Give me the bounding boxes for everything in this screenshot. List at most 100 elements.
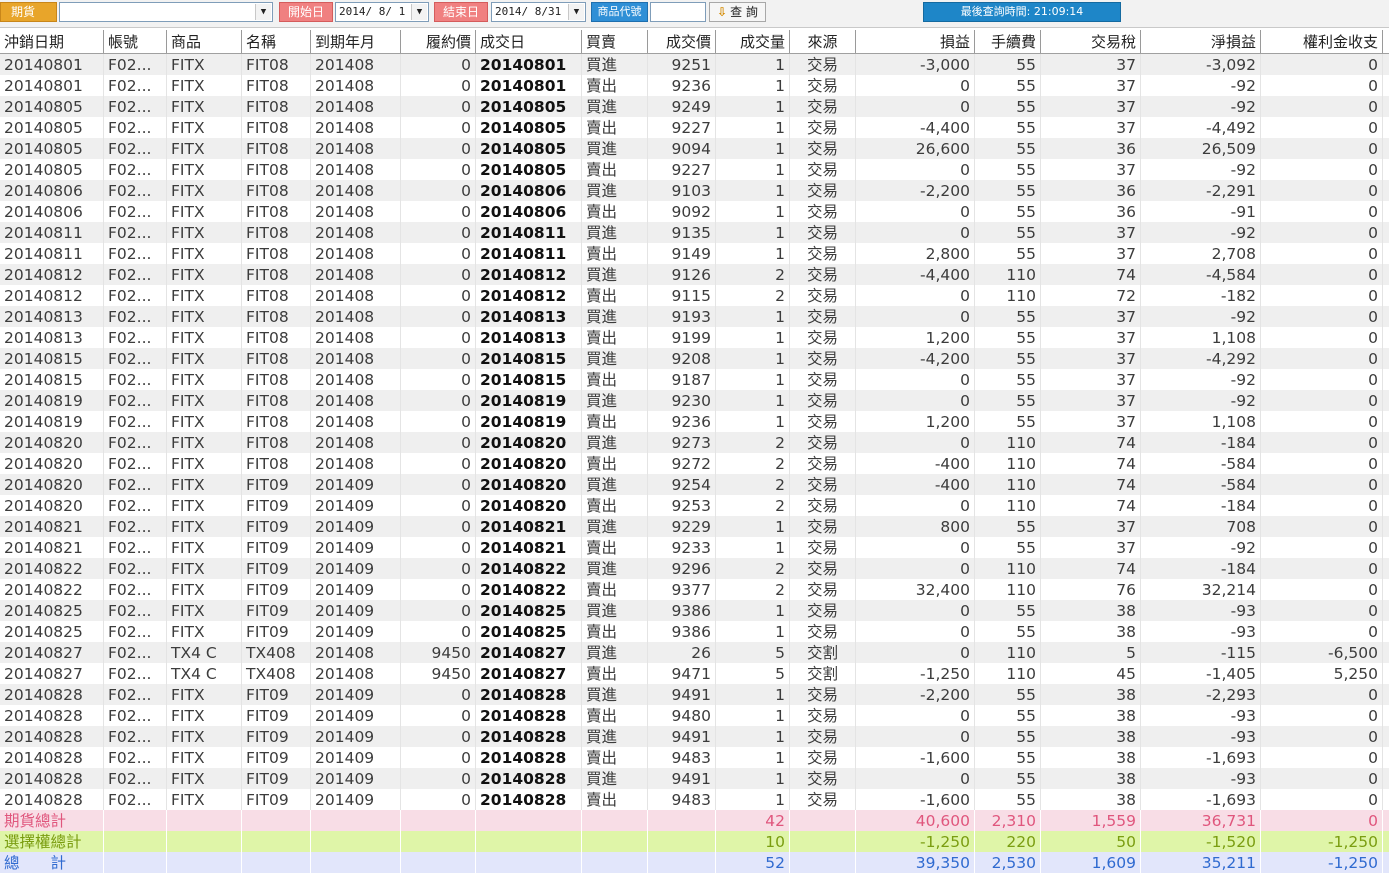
cell-name: FIT08 bbox=[242, 264, 311, 285]
table-row[interactable]: 20140819 F02... FITX FIT08 201408 0 20140819 賣出… bbox=[0, 411, 1389, 432]
cell-price: 9480 bbox=[648, 705, 716, 726]
cell-pnl: 0 bbox=[856, 432, 975, 453]
chevron-down-icon[interactable]: ▼ bbox=[568, 4, 584, 20]
cell-name: FIT09 bbox=[242, 558, 311, 579]
cell-settle-date: 20140801 bbox=[0, 54, 104, 75]
cell-qty: 2 bbox=[716, 264, 790, 285]
cell-account: F02... bbox=[104, 558, 167, 579]
cell-tax: 37 bbox=[1041, 327, 1141, 348]
table-row[interactable]: 20140828 F02... FITX FIT09 201409 0 20140828 買進… bbox=[0, 726, 1389, 747]
chevron-down-icon[interactable]: ▼ bbox=[255, 4, 271, 20]
table-row[interactable]: 20140819 F02... FITX FIT08 201408 0 20140819 買進… bbox=[0, 390, 1389, 411]
column-header-side[interactable]: 買賣 bbox=[582, 30, 648, 53]
cell-source: 交易 bbox=[790, 54, 856, 75]
cell-expiry: 201409 bbox=[311, 474, 401, 495]
table-row[interactable]: 20140805 F02... FITX FIT08 201408 0 20140805 賣出… bbox=[0, 117, 1389, 138]
cell-tax: 36 bbox=[1041, 138, 1141, 159]
table-row[interactable]: 20140812 F02... FITX FIT08 201408 0 20140812 賣出… bbox=[0, 285, 1389, 306]
cell-product: FITX bbox=[167, 348, 242, 369]
table-row[interactable]: 20140821 F02... FITX FIT09 201409 0 20140821 賣出… bbox=[0, 537, 1389, 558]
column-header-fee[interactable]: 手續費 bbox=[975, 30, 1041, 53]
table-row[interactable]: 20140815 F02... FITX FIT08 201408 0 20140815 買進… bbox=[0, 348, 1389, 369]
cell-premium: 0 bbox=[1261, 285, 1383, 306]
table-row[interactable]: 20140820 F02... FITX FIT09 201409 0 20140820 買進… bbox=[0, 474, 1389, 495]
cell-strike: 0 bbox=[401, 747, 476, 768]
cell-qty: 2 bbox=[716, 474, 790, 495]
table-row[interactable]: 20140828 F02... FITX FIT09 201409 0 20140828 賣出… bbox=[0, 705, 1389, 726]
table-row[interactable]: 20140820 F02... FITX FIT09 201409 0 20140820 賣出… bbox=[0, 495, 1389, 516]
column-header-tax[interactable]: 交易稅 bbox=[1041, 30, 1141, 53]
table-row[interactable]: 20140827 F02... TX4 C TX408 201408 9450 201408… bbox=[0, 642, 1389, 663]
table-row[interactable]: 20140811 F02... FITX FIT08 201408 0 20140811 買進… bbox=[0, 222, 1389, 243]
column-header-qty[interactable]: 成交量 bbox=[716, 30, 790, 53]
cell-name: FIT08 bbox=[242, 96, 311, 117]
cell-account: F02... bbox=[104, 54, 167, 75]
cell-price: 9483 bbox=[648, 747, 716, 768]
table-row[interactable]: 20140828 F02... FITX FIT09 201409 0 20140828 賣出… bbox=[0, 747, 1389, 768]
column-header-strike[interactable]: 履約價 bbox=[401, 30, 476, 53]
cell-side: 買進 bbox=[582, 54, 648, 75]
summary-label: 選擇權總計 bbox=[0, 831, 104, 852]
product-code-input[interactable] bbox=[650, 2, 706, 22]
cell-net-pnl: -4,292 bbox=[1141, 348, 1261, 369]
table-row[interactable]: 20140822 F02... FITX FIT09 201409 0 20140822 買進… bbox=[0, 558, 1389, 579]
cell-tax: 74 bbox=[1041, 495, 1141, 516]
column-header-trade-date[interactable]: 成交日 bbox=[476, 30, 582, 53]
column-header-net-pnl[interactable]: 淨損益 bbox=[1141, 30, 1261, 53]
table-row[interactable]: 20140828 F02... FITX FIT09 201409 0 20140828 買進… bbox=[0, 768, 1389, 789]
table-row[interactable]: 20140822 F02... FITX FIT09 201409 0 20140822 賣出… bbox=[0, 579, 1389, 600]
end-date-picker[interactable]: 2014/ 8/31 ▼ bbox=[491, 2, 586, 22]
table-row[interactable]: 20140805 F02... FITX FIT08 201408 0 20140805 賣出… bbox=[0, 159, 1389, 180]
table-row[interactable]: 20140828 F02... FITX FIT09 201409 0 20140828 買進… bbox=[0, 684, 1389, 705]
summary-empty-cell bbox=[476, 810, 582, 831]
query-button[interactable]: ⇩ 查 詢 bbox=[709, 2, 766, 22]
table-row[interactable]: 20140820 F02... FITX FIT08 201408 0 20140820 賣出… bbox=[0, 453, 1389, 474]
column-header-name[interactable]: 名稱 bbox=[242, 30, 311, 53]
table-row[interactable]: 20140827 F02... TX4 C TX408 201408 9450 201408… bbox=[0, 663, 1389, 684]
table-row[interactable]: 20140828 F02... FITX FIT09 201409 0 20140828 賣出… bbox=[0, 789, 1389, 810]
column-header-price[interactable]: 成交價 bbox=[648, 30, 716, 53]
grid-header: 沖銷日期 帳號 商品 名稱 到期年月 履約價 成交日 買賣 成交價 成交量 來源 損益 手續費 交易稅 淨損… bbox=[0, 30, 1389, 54]
table-row[interactable]: 20140820 F02... FITX FIT08 201408 0 20140820 買進… bbox=[0, 432, 1389, 453]
column-header-source[interactable]: 來源 bbox=[790, 30, 856, 53]
cell-name: FIT09 bbox=[242, 684, 311, 705]
table-row[interactable]: 20140821 F02... FITX FIT09 201409 0 20140821 買進… bbox=[0, 516, 1389, 537]
table-row[interactable]: 20140825 F02... FITX FIT09 201409 0 20140825 賣出… bbox=[0, 621, 1389, 642]
cell-product: FITX bbox=[167, 285, 242, 306]
cell-fee: 110 bbox=[975, 285, 1041, 306]
cell-trade-date: 20140801 bbox=[476, 54, 582, 75]
cell-strike: 0 bbox=[401, 453, 476, 474]
table-row[interactable]: 20140806 F02... FITX FIT08 201408 0 20140806 買進… bbox=[0, 180, 1389, 201]
table-row[interactable]: 20140812 F02... FITX FIT08 201408 0 20140812 買進… bbox=[0, 264, 1389, 285]
table-row[interactable]: 20140801 F02... FITX FIT08 201408 0 20140801 賣出… bbox=[0, 75, 1389, 96]
column-header-product[interactable]: 商品 bbox=[167, 30, 242, 53]
column-header-settle-date[interactable]: 沖銷日期 bbox=[0, 30, 104, 53]
cell-premium: 0 bbox=[1261, 684, 1383, 705]
table-row[interactable]: 20140805 F02... FITX FIT08 201408 0 20140805 買進… bbox=[0, 96, 1389, 117]
category-dropdown[interactable]: ▼ bbox=[59, 2, 273, 22]
column-header-account[interactable]: 帳號 bbox=[104, 30, 167, 53]
cell-expiry: 201409 bbox=[311, 600, 401, 621]
table-row[interactable]: 20140806 F02... FITX FIT08 201408 0 20140806 賣出… bbox=[0, 201, 1389, 222]
table-row[interactable]: 20140815 F02... FITX FIT08 201408 0 20140815 賣出… bbox=[0, 369, 1389, 390]
cell-name: FIT08 bbox=[242, 222, 311, 243]
cell-account: F02... bbox=[104, 495, 167, 516]
table-row[interactable]: 20140813 F02... FITX FIT08 201408 0 20140813 賣出… bbox=[0, 327, 1389, 348]
table-row[interactable]: 20140801 F02... FITX FIT08 201408 0 20140801 買進… bbox=[0, 54, 1389, 75]
cell-price: 9251 bbox=[648, 54, 716, 75]
cell-expiry: 201408 bbox=[311, 75, 401, 96]
table-row[interactable]: 20140805 F02... FITX FIT08 201408 0 20140805 買進… bbox=[0, 138, 1389, 159]
cell-premium: 0 bbox=[1261, 54, 1383, 75]
column-header-pnl[interactable]: 損益 bbox=[856, 30, 975, 53]
cell-pnl: 0 bbox=[856, 642, 975, 663]
cell-settle-date: 20140828 bbox=[0, 684, 104, 705]
chevron-down-icon[interactable]: ▼ bbox=[411, 4, 427, 20]
cell-qty: 1 bbox=[716, 201, 790, 222]
summary-empty-cell bbox=[242, 810, 311, 831]
table-row[interactable]: 20140825 F02... FITX FIT09 201409 0 20140825 買進… bbox=[0, 600, 1389, 621]
column-header-expiry[interactable]: 到期年月 bbox=[311, 30, 401, 53]
start-date-picker[interactable]: 2014/ 8/ 1 ▼ bbox=[335, 2, 429, 22]
column-header-premium[interactable]: 權利金收支 bbox=[1261, 30, 1383, 53]
table-row[interactable]: 20140813 F02... FITX FIT08 201408 0 20140813 買進… bbox=[0, 306, 1389, 327]
table-row[interactable]: 20140811 F02... FITX FIT08 201408 0 20140811 賣出… bbox=[0, 243, 1389, 264]
